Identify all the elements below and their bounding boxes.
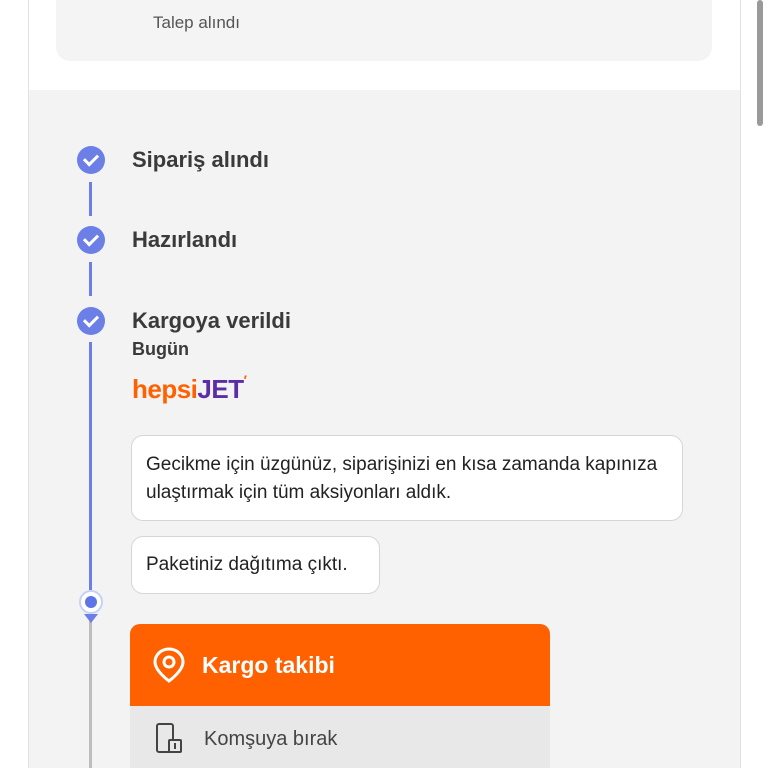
check-icon: [77, 146, 105, 174]
timeline-connector-pending: [89, 620, 92, 768]
out-for-delivery-text: Paketiniz dağıtıma çıktı.: [146, 554, 348, 575]
delay-apology-message: Gecikme için üzgünüz, siparişinizi en kı…: [131, 435, 683, 521]
cargo-tracking-button[interactable]: Kargo takibi: [130, 624, 550, 706]
step-title-prepared: Hazırlandı: [132, 227, 238, 252]
leave-with-neighbor-button[interactable]: Komşuya bırak: [130, 706, 550, 768]
location-pin-icon: [153, 647, 185, 683]
check-icon: [77, 307, 105, 335]
step-date: Bugün: [132, 339, 189, 359]
order-status-text: Talep alındı: [153, 13, 240, 32]
order-detail-content: Talep alındı Sipariş alındı Hazırlandı K…: [29, 0, 740, 768]
frame-left-edge: [0, 0, 29, 768]
delay-apology-text: Gecikme için üzgünüz, siparişinizi en kı…: [146, 454, 658, 503]
door-icon: [156, 723, 182, 753]
out-for-delivery-message: Paketiniz dağıtıma çıktı.: [131, 536, 380, 594]
cargo-tracking-label: Kargo takibi: [202, 651, 335, 678]
leave-with-neighbor-label: Komşuya bırak: [204, 727, 338, 750]
step-title-order-received: Sipariş alındı: [132, 147, 269, 172]
order-status-card[interactable]: Talep alındı: [56, 0, 712, 61]
carrier-logo: hepsiJET′: [132, 372, 247, 404]
timeline-connector: [89, 182, 92, 216]
scrollbar-thumb[interactable]: [757, 0, 763, 126]
current-step-indicator: [79, 590, 103, 614]
check-icon: [77, 226, 105, 254]
timeline-connector: [89, 262, 92, 296]
timeline-connector: [89, 342, 92, 590]
current-step-pointer: [84, 614, 98, 623]
step-title-shipped: Kargoya verildi: [132, 308, 291, 333]
frame-right-edge: [740, 0, 768, 768]
